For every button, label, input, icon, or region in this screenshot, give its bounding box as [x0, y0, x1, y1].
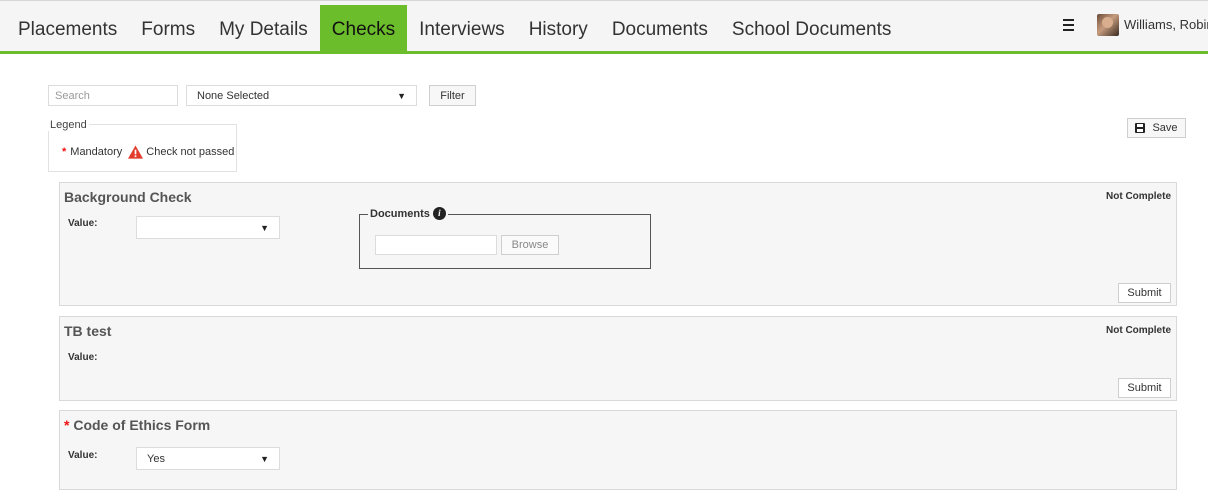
status-badge: Not Complete: [1106, 191, 1171, 202]
check-title: TB test: [64, 323, 112, 339]
value-label: Value:: [68, 352, 98, 363]
tab-placements[interactable]: Placements: [0, 5, 129, 54]
check-title: Background Check: [64, 189, 192, 205]
value-select[interactable]: ▼: [136, 216, 280, 239]
dropdown-arrow-icon: ▼: [260, 453, 269, 464]
legend-title: Legend: [48, 119, 89, 131]
value-label: Value:: [68, 218, 98, 229]
file-path-input[interactable]: [375, 235, 497, 255]
top-divider: [0, 0, 1208, 1]
value-select-value: Yes: [147, 452, 165, 465]
filter-select[interactable]: None Selected ▼: [186, 85, 417, 106]
browse-button[interactable]: Browse: [501, 235, 559, 255]
warning-icon: [128, 145, 144, 159]
mandatory-star-icon: *: [64, 417, 70, 433]
hamburger-menu-icon[interactable]: [1063, 19, 1074, 31]
value-select[interactable]: Yes ▼: [136, 447, 280, 470]
tab-my-details[interactable]: My Details: [207, 5, 320, 54]
user-name[interactable]: Williams, Robin: [1124, 17, 1208, 32]
legend-box: Legend * Mandatory Check not passed: [48, 119, 237, 172]
check-panel-tb-test: TB test Not Complete Value: Submit: [59, 316, 1177, 401]
check-panel-background: Background Check Not Complete Value: ▼ D…: [59, 182, 1177, 306]
tab-school-documents[interactable]: School Documents: [720, 5, 903, 54]
nav-tabs: Placements Forms My Details Checks Inter…: [0, 5, 903, 54]
info-icon[interactable]: i: [432, 207, 446, 220]
dropdown-arrow-icon: ▼: [397, 90, 406, 101]
search-input[interactable]: [48, 85, 178, 106]
mandatory-star-icon: *: [62, 146, 67, 158]
submit-button[interactable]: Submit: [1118, 283, 1171, 303]
floppy-disk-icon: [1135, 123, 1146, 133]
documents-label: Documents: [370, 207, 430, 220]
tab-history[interactable]: History: [517, 5, 600, 54]
documents-title: Documents i: [368, 207, 448, 220]
legend-mandatory-label: Mandatory: [70, 146, 123, 158]
documents-group: Documents i Browse: [359, 207, 651, 269]
check-title: Code of Ethics Form: [73, 417, 211, 433]
check-title-row: * Code of Ethics Form: [64, 417, 210, 433]
tab-documents[interactable]: Documents: [600, 5, 720, 54]
filter-select-value: None Selected: [197, 89, 270, 102]
status-badge: Not Complete: [1106, 325, 1171, 336]
top-nav-bar: Placements Forms My Details Checks Inter…: [0, 0, 1208, 54]
save-button[interactable]: Save: [1127, 118, 1186, 138]
dropdown-arrow-icon: ▼: [260, 222, 269, 233]
legend-check-not-passed-label: Check not passed: [146, 146, 235, 158]
tab-forms[interactable]: Forms: [129, 5, 207, 54]
filter-button[interactable]: Filter: [429, 85, 476, 106]
check-panel-code-of-ethics: * Code of Ethics Form Value: Yes ▼: [59, 410, 1177, 490]
value-label: Value:: [68, 450, 98, 461]
tab-interviews[interactable]: Interviews: [407, 5, 517, 54]
submit-button[interactable]: Submit: [1118, 378, 1171, 398]
legend-row: * Mandatory Check not passed: [62, 145, 234, 159]
tab-checks[interactable]: Checks: [319, 5, 408, 54]
save-label: Save: [1152, 122, 1178, 134]
avatar[interactable]: [1097, 14, 1119, 36]
